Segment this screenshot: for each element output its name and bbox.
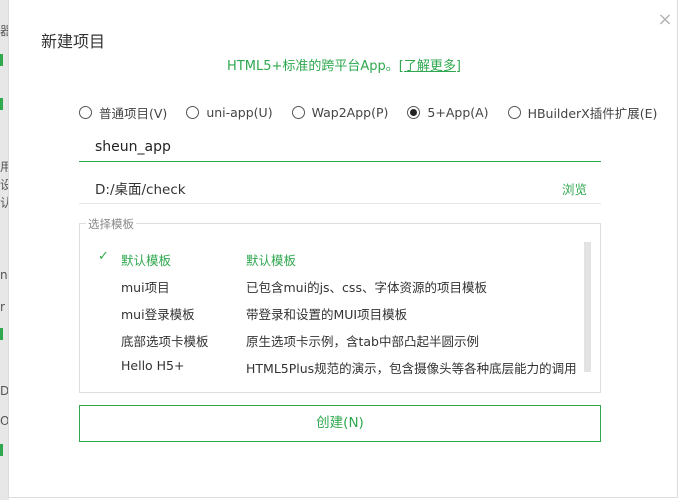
template-name: 底部选项卡模板 xyxy=(121,334,209,349)
template-name: 默认模板 xyxy=(121,253,172,268)
radio-hbuilderx-plugin[interactable]: HBuilderX插件扩展(E) xyxy=(507,103,658,122)
background-green-mark xyxy=(0,98,3,110)
radio-normal-project[interactable]: 普通项目(V) xyxy=(79,103,167,122)
radio-wap2app[interactable]: Wap2App(P) xyxy=(291,103,389,122)
template-scrollbar[interactable] xyxy=(584,242,591,372)
template-desc: 已包含mui的js、css、字体资源的项目模板 xyxy=(246,280,487,295)
project-type-group: 普通项目(V) uni-app(U) Wap2App(P) 5+App(A) H… xyxy=(79,103,676,122)
checkmark-icon: ✓ xyxy=(98,249,109,264)
location-field[interactable]: D:/桌面/check 浏览 xyxy=(79,174,601,204)
template-name: Hello H5+ xyxy=(121,358,185,373)
dialog-subtitle: HTML5+标准的跨平台App。[了解更多] xyxy=(9,55,679,74)
radio-circle-icon xyxy=(291,106,305,119)
location-path: D:/桌面/check xyxy=(95,182,186,198)
background-green-mark xyxy=(0,444,3,456)
project-name-input[interactable] xyxy=(79,133,601,162)
close-icon[interactable]: × xyxy=(655,10,675,30)
radio-label: Wap2App(P) xyxy=(311,105,389,120)
dialog-title: 新建项目 xyxy=(41,32,106,51)
radio-uni-app[interactable]: uni-app(U) xyxy=(186,103,273,122)
background-green-mark xyxy=(0,54,3,66)
template-row-bottom-tab[interactable]: 底部选项卡模板 原生选项卡示例，含tab中部凸起半圆示例 xyxy=(80,327,580,354)
template-name: mui项目 xyxy=(121,280,170,295)
browse-button[interactable]: 浏览 xyxy=(562,179,587,198)
template-name: mui登录模板 xyxy=(121,307,195,322)
template-desc: HTML5Plus规范的演示，包含摄像头等各种底层能力的调用 xyxy=(246,361,577,376)
subtitle-text: HTML5+标准的跨平台App。 xyxy=(227,59,399,74)
radio-circle-icon xyxy=(507,106,521,119)
radio-checked-icon xyxy=(407,106,421,119)
template-row-mui-login[interactable]: mui登录模板 带登录和设置的MUI项目模板 xyxy=(80,300,580,327)
radio-label: uni-app(U) xyxy=(206,105,273,120)
template-list: ✓ 默认模板 默认模板 mui项目 已包含mui的js、css、字体资源的项目模… xyxy=(80,246,580,381)
radio-circle-icon xyxy=(186,106,200,119)
background-text: r xyxy=(0,300,5,314)
radio-label: 5+App(A) xyxy=(427,105,489,120)
background-text: n xyxy=(0,268,8,282)
radio-circle-icon xyxy=(79,106,92,119)
template-desc: 默认模板 xyxy=(246,253,297,268)
template-row-hello-h5[interactable]: Hello H5+ HTML5Plus规范的演示，包含摄像头等各种底层能力的调用 xyxy=(80,354,580,381)
learn-more-link[interactable]: [了解更多] xyxy=(399,59,461,74)
template-desc: 原生选项卡示例，含tab中部凸起半圆示例 xyxy=(246,334,479,349)
template-desc: 带登录和设置的MUI项目模板 xyxy=(246,307,408,322)
radio-label: HBuilderX插件扩展(E) xyxy=(527,106,658,121)
template-row-mui[interactable]: mui项目 已包含mui的js、css、字体资源的项目模板 xyxy=(80,273,580,300)
template-row-default[interactable]: ✓ 默认模板 默认模板 xyxy=(80,246,580,273)
radio-5plus-app[interactable]: 5+App(A) xyxy=(407,103,489,122)
template-legend: 选择模板 xyxy=(86,216,136,232)
create-button[interactable]: 创建(N) xyxy=(79,405,601,442)
template-selector: 选择模板 ✓ 默认模板 默认模板 mui项目 已包含mui的js、css、字体资… xyxy=(79,216,601,393)
new-project-dialog: × 新建项目 HTML5+标准的跨平台App。[了解更多] 普通项目(V) un… xyxy=(8,0,678,498)
radio-label: 普通项目(V) xyxy=(99,106,168,121)
background-green-mark xyxy=(0,328,3,340)
